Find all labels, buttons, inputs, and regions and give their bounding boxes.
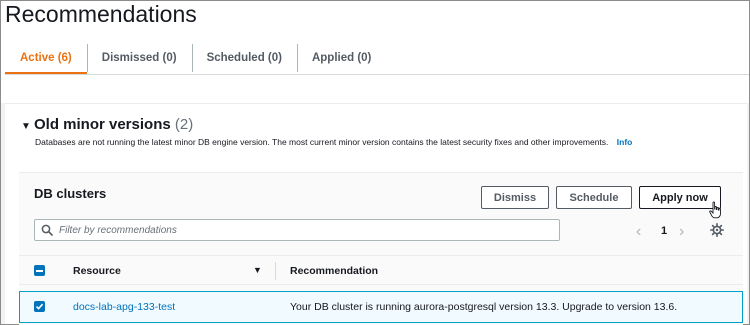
tab-applied[interactable]: Applied (0): [296, 41, 386, 75]
column-header-resource[interactable]: Resource: [73, 265, 121, 277]
current-page-number[interactable]: 1: [661, 225, 667, 237]
filter-search-box[interactable]: [34, 219, 560, 241]
tab-dismissed[interactable]: Dismissed (0): [86, 41, 192, 75]
page-header: Recommendations Active (6) Dismissed (0)…: [1, 1, 749, 103]
old-minor-versions-section: ▼ Old minor versions (2) Databases are n…: [5, 103, 747, 325]
panel-title: DB clusters: [34, 186, 107, 201]
resource-link[interactable]: docs-lab-apg-133-test: [73, 301, 175, 313]
tab-active[interactable]: Active (6): [5, 41, 87, 75]
page-title: Recommendations: [5, 1, 197, 27]
section-description: Databases are not running the latest min…: [35, 137, 632, 147]
recommendation-tabs: Active (6) Dismissed (0) Scheduled (0) A…: [5, 41, 386, 75]
section-title[interactable]: Old minor versions (2): [34, 116, 193, 133]
sort-descending-icon[interactable]: ▼: [253, 265, 262, 275]
filter-input[interactable]: [59, 221, 554, 239]
checkmark-icon: [35, 303, 44, 310]
next-page-icon[interactable]: ›: [679, 223, 684, 241]
db-clusters-panel: DB clusters Dismiss Schedule Apply now ‹…: [19, 172, 743, 325]
caret-down-icon[interactable]: ▼: [21, 121, 31, 132]
select-all-checkbox[interactable]: [34, 265, 45, 276]
previous-page-icon[interactable]: ‹: [636, 223, 641, 241]
info-link[interactable]: Info: [617, 137, 633, 147]
dismiss-button[interactable]: Dismiss: [481, 186, 549, 209]
table-header: Resource ▼ Recommendation: [19, 255, 743, 285]
section-title-text: Old minor versions: [34, 116, 171, 133]
gear-icon[interactable]: [710, 223, 724, 237]
row-checkbox[interactable]: [34, 301, 45, 312]
tab-scheduled[interactable]: Scheduled (0): [191, 41, 297, 75]
tabs-divider: [5, 74, 749, 75]
section-description-text: Databases are not running the latest min…: [35, 137, 609, 147]
schedule-button[interactable]: Schedule: [556, 186, 632, 209]
hand-cursor-icon: [709, 201, 721, 219]
section-count: (2): [174, 116, 194, 133]
search-icon: [41, 224, 53, 236]
column-header-recommendation: Recommendation: [290, 265, 379, 277]
recommendation-text: Your DB cluster is running aurora-postgr…: [290, 301, 678, 313]
table-row[interactable]: docs-lab-apg-133-test Your DB cluster is…: [19, 291, 743, 323]
column-divider: [275, 262, 276, 280]
